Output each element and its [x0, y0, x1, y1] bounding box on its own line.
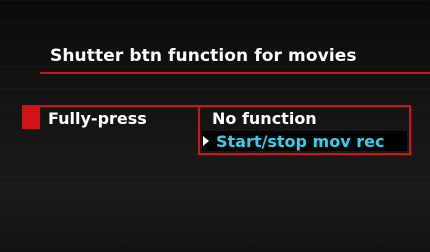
option-no-function[interactable]: No function — [212, 109, 317, 128]
option-start-stop-mov-rec[interactable]: Start/stop mov rec — [202, 131, 407, 151]
setting-row-fully-press[interactable]: Fully-press — [22, 107, 192, 131]
title-divider — [40, 72, 430, 74]
options-dropdown: No function Start/stop mov rec — [198, 105, 411, 155]
row-selection-marker — [22, 107, 40, 129]
option-label: Start/stop mov rec — [216, 132, 385, 151]
menu-title: Shutter btn function for movies — [50, 46, 357, 66]
cursor-triangle-icon — [203, 136, 209, 146]
setting-label: Fully-press — [48, 109, 147, 128]
camera-menu-screen: Shutter btn function for movies Fully-pr… — [0, 0, 430, 252]
